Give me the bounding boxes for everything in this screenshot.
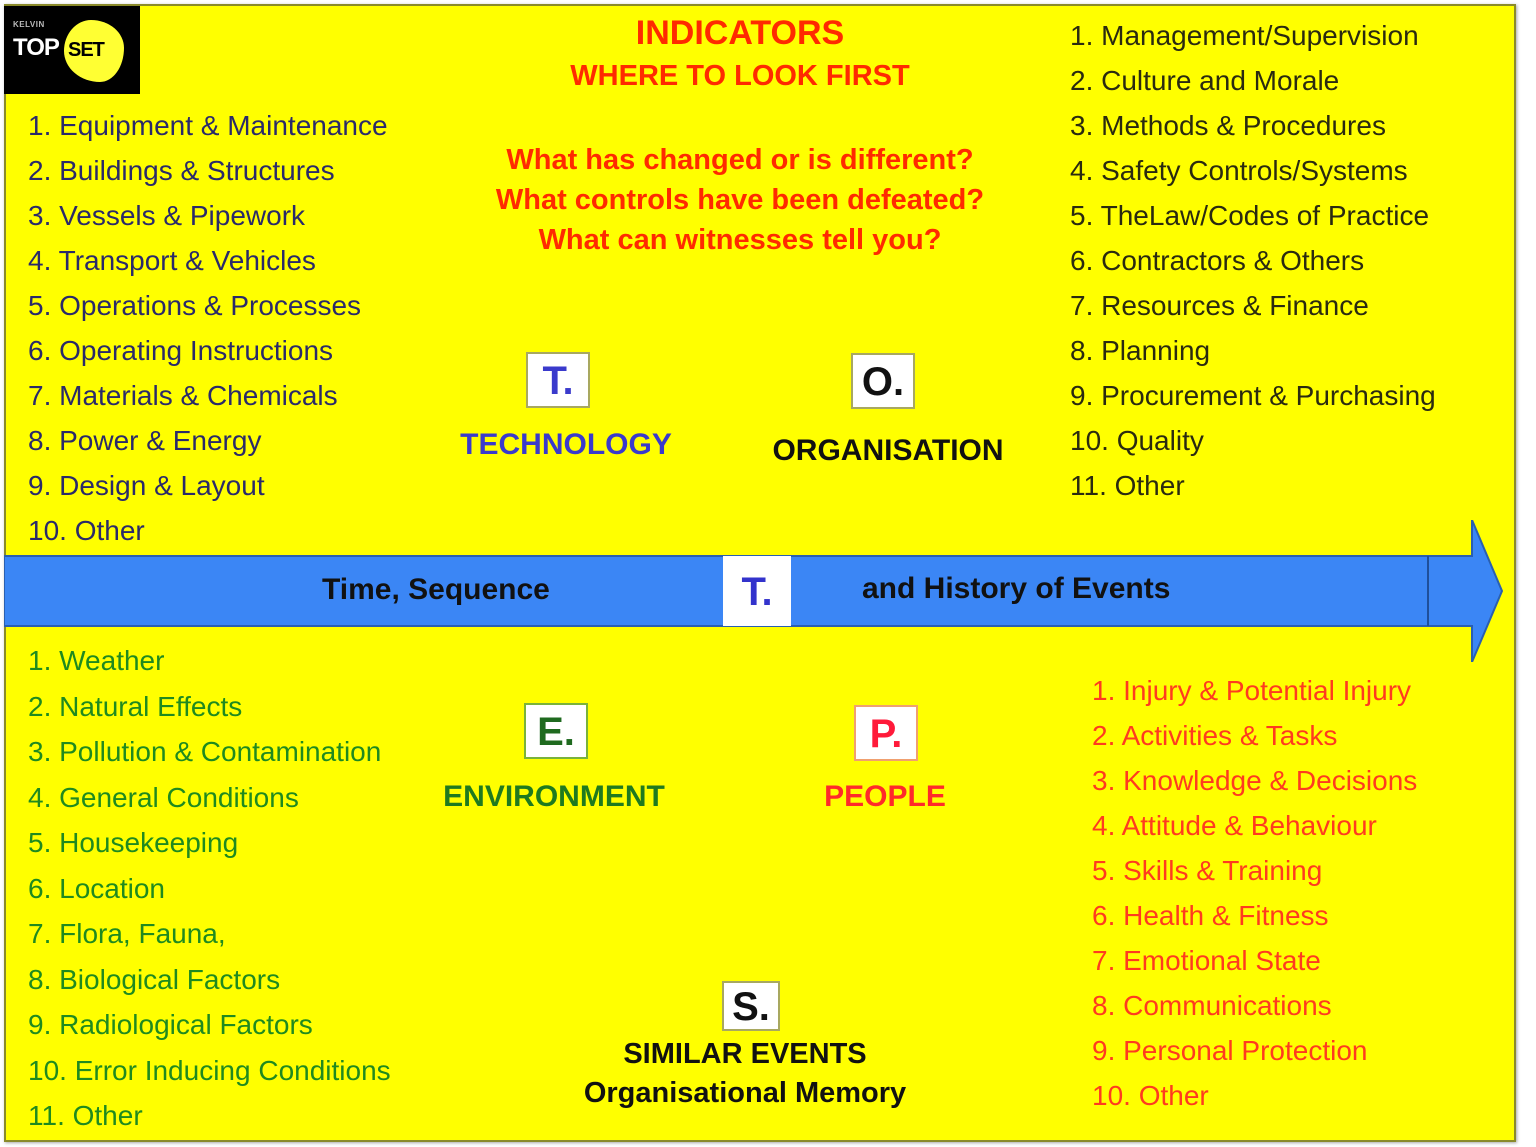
organisation-letter-badge: O. [851,353,915,409]
question: What can witnesses tell you? [538,224,942,256]
similar-events-label: SIMILAR EVENTS [623,1038,867,1070]
organisation-item: 10. Quality [1070,425,1204,456]
timeline-right-text: and History of Events [862,572,1171,605]
guiding-questions: What has changed or is different? What c… [440,140,1040,260]
organisation-item: 1. Management/Supervision [1070,20,1419,51]
people-item: 2. Activities & Tasks [1092,720,1338,751]
technology-item: 3. Vessels & Pipework [28,200,306,231]
people-item: 9. Personal Protection [1092,1035,1368,1066]
people-item: 8. Communications [1092,990,1332,1021]
timeline-letter-badge: T. [723,556,791,626]
organisation-item: 5. TheLaw/Codes of Practice [1070,200,1430,231]
people-item: 1. Injury & Potential Injury [1092,675,1412,706]
question: What has changed or is different? [506,144,974,176]
technology-list: 1. Equipment & Maintenance 2. Buildings … [28,106,388,556]
technology-item: 5. Operations & Processes [28,290,362,321]
timeline-left-text: Time, Sequence [322,573,550,606]
logo-word-set: SET [68,39,105,61]
organisation-item: 8. Planning [1070,335,1211,366]
organisation-list: 1. Management/Supervision 2. Culture and… [1070,16,1436,511]
technology-item: 1. Equipment & Maintenance [28,110,388,141]
technology-item: 7. Materials & Chemicals [28,380,338,411]
logo-word-top: TOP [13,34,60,61]
question: What controls have been defeated? [495,184,985,216]
topset-logo: KELVIN TOP SET [4,6,140,94]
people-item: 6. Health & Fitness [1092,900,1329,931]
environment-label: ENVIRONMENT [443,780,665,813]
people-list: 1. Injury & Potential Injury 2. Activiti… [1092,670,1417,1120]
organisation-item: 3. Methods & Procedures [1070,110,1386,141]
environment-list: 1. Weather 2. Natural Effects 3. Polluti… [28,640,391,1141]
environment-item: 1. Weather [28,645,165,676]
diagram-subtitle: WHERE TO LOOK FIRST [570,60,910,92]
similar-events-sublabel: Organisational Memory [583,1077,907,1109]
environment-item: 6. Location [28,872,165,904]
organisation-item: 4. Safety Controls/Systems [1070,155,1408,186]
organisation-item: 6. Contractors & Others [1070,245,1365,276]
people-item: 3. Knowledge & Decisions [1092,765,1418,796]
environment-item: 9. Radiological Factors [28,1009,313,1040]
environment-item: 3. Pollution & Contamination [28,736,382,767]
environment-item: 10. Error Inducing Conditions [28,1054,391,1086]
environment-item: 5. Housekeeping [28,827,239,858]
logo-small-text: KELVIN [13,20,45,29]
people-label: PEOPLE [824,780,946,813]
environment-letter-badge: E. [524,703,588,759]
environment-item: 4. General Conditions [28,781,299,813]
similar-events-letter-badge: S. [722,981,780,1031]
environment-item: 8. Biological Factors [28,963,281,995]
organisation-item: 11. Other [1070,470,1185,501]
people-item: 7. Emotional State [1092,945,1321,976]
environment-item: 11. Other [28,1100,143,1131]
people-letter-badge: P. [854,705,918,761]
technology-item: 4. Transport & Vehicles [28,245,316,276]
technology-item: 2. Buildings & Structures [28,155,335,186]
technology-item: 8. Power & Energy [28,425,262,456]
organisation-label: ORGANISATION [772,434,1004,467]
technology-letter-badge: T. [526,352,590,408]
technology-label: TECHNOLOGY [460,428,672,461]
organisation-item: 7. Resources & Finance [1070,290,1369,321]
organisation-item: 9. Procurement & Purchasing [1070,380,1436,411]
people-item: 4. Attitude & Behaviour [1092,810,1377,841]
organisation-item: 2. Culture and Morale [1070,65,1340,96]
people-item: 5. Skills & Training [1092,855,1323,886]
diagram-title: INDICATORS [635,14,845,52]
environment-item: 2. Natural Effects [28,690,243,722]
technology-item: 6. Operating Instructions [28,335,334,366]
people-item: 10. Other [1092,1080,1209,1111]
technology-item: 9. Design & Layout [28,470,265,501]
environment-item: 7. Flora, Fauna, [28,918,226,949]
